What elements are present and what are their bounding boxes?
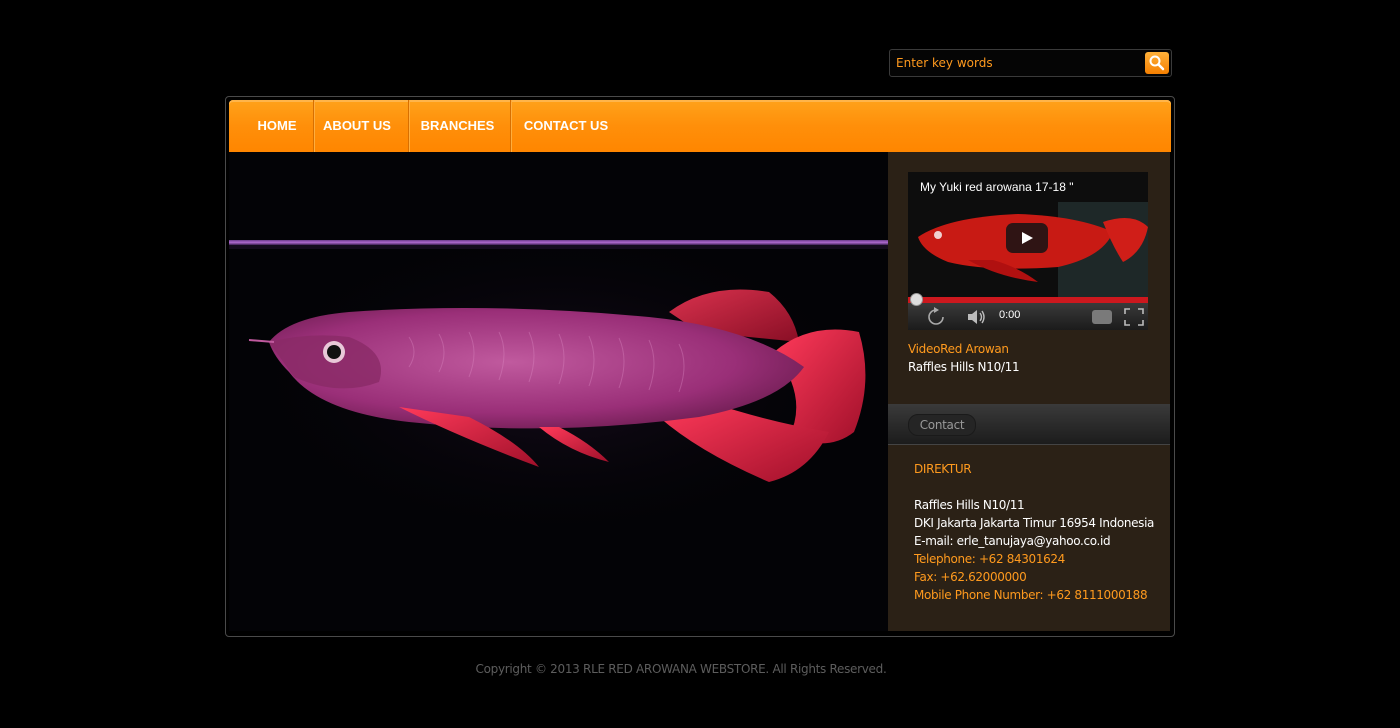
hero-image <box>229 152 888 631</box>
youtube-video-player[interactable]: My Yuki red arowana 17-18 " 0:00 <box>908 172 1148 330</box>
nav-divider <box>408 100 409 152</box>
contact-header-bar: Contact <box>888 404 1170 445</box>
search-box <box>889 49 1172 77</box>
search-input[interactable] <box>890 50 1146 76</box>
nav-divider <box>313 100 314 152</box>
volume-icon[interactable] <box>966 307 988 327</box>
contact-address-line1: Raffles Hills N10/11 <box>914 498 1025 512</box>
video-progress-knob[interactable] <box>910 293 923 306</box>
replay-icon[interactable] <box>926 307 946 327</box>
youtube-logo-icon[interactable] <box>1072 309 1112 325</box>
video-title: My Yuki red arowana 17-18 " <box>920 180 1074 194</box>
contact-email: E-mail: erle_tanujaya@yahoo.co.id <box>914 534 1111 548</box>
main-navigation: HOME ABOUT US BRANCHES CONTACT US <box>229 100 1171 152</box>
contact-fax: Fax: +62.62000000 <box>914 570 1027 584</box>
nav-divider <box>510 100 511 152</box>
contact-address-line2: DKI Jakarta Jakarta Timur 16954 Indonesi… <box>914 516 1155 530</box>
video-controls: 0:00 <box>908 303 1148 330</box>
footer-copyright: Copyright © 2013 RLE RED AROWANA WEBSTOR… <box>475 662 887 676</box>
video-address: Raffles Hills N10/11 <box>908 360 1020 374</box>
play-button[interactable] <box>1006 223 1048 253</box>
fullscreen-icon[interactable] <box>1124 308 1144 326</box>
play-icon <box>1022 232 1033 244</box>
contact-mobile: Mobile Phone Number: +62 8111000188 <box>914 588 1148 602</box>
nav-contact-us[interactable]: CONTACT US <box>517 100 615 152</box>
nav-branches[interactable]: BRANCHES <box>415 100 500 152</box>
sidebar: My Yuki red arowana 17-18 " 0:00 VideoRe… <box>888 152 1170 631</box>
search-button[interactable] <box>1145 52 1169 74</box>
arowana-fish-image <box>229 152 888 631</box>
contact-heading: DIREKTUR <box>914 462 972 476</box>
nav-about-us[interactable]: ABOUT US <box>317 100 397 152</box>
video-time: 0:00 <box>999 309 1021 321</box>
nav-home[interactable]: HOME <box>247 100 307 152</box>
contact-tab[interactable]: Contact <box>908 414 976 436</box>
contact-telephone: Telephone: +62 84301624 <box>914 552 1065 566</box>
video-caption: VideoRed Arowan <box>908 342 1009 356</box>
search-magnifier-icon <box>1149 55 1165 71</box>
